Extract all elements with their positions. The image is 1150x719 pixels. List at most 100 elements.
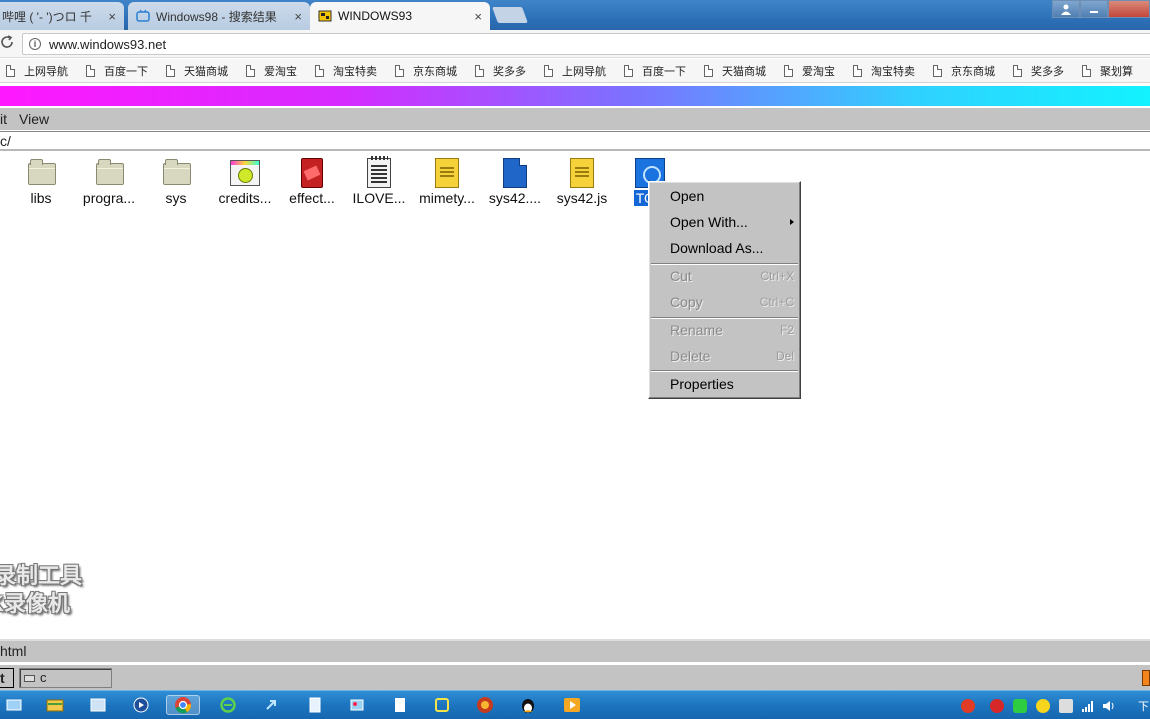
usb-icon[interactable] bbox=[1059, 699, 1073, 713]
sogou-input-icon[interactable] bbox=[961, 699, 975, 713]
reload-icon[interactable] bbox=[0, 35, 14, 53]
context-properties[interactable]: Properties bbox=[649, 373, 800, 395]
bookmark-item[interactable]: 百度一下 bbox=[86, 63, 148, 79]
page-icon bbox=[246, 64, 255, 77]
tab-windows98-search[interactable]: Windows98 - 搜索结果 × bbox=[128, 2, 310, 30]
media-player-icon[interactable] bbox=[130, 695, 152, 715]
chrome-taskbar-icon[interactable] bbox=[166, 695, 200, 715]
start-button[interactable]: t bbox=[0, 668, 14, 688]
bookmark-item[interactable]: 天猫商城 bbox=[704, 63, 766, 79]
context-copy: Copy Ctrl+C bbox=[649, 291, 800, 313]
bookmark-label: 爱淘宝 bbox=[264, 65, 297, 78]
bookmark-item[interactable]: 爱淘宝 bbox=[784, 63, 835, 79]
bookmark-item[interactable]: 奖多多 bbox=[475, 63, 526, 79]
bookmark-item[interactable]: 聚划算 bbox=[1082, 63, 1133, 79]
network-signal-icon[interactable] bbox=[1081, 699, 1095, 713]
yellow-app-icon[interactable] bbox=[431, 695, 453, 715]
blue-file-icon bbox=[499, 157, 531, 189]
page-icon bbox=[544, 64, 553, 77]
file-item-ilove[interactable]: ILOVE... bbox=[341, 156, 417, 206]
clock-text[interactable]: 下 bbox=[1138, 698, 1149, 714]
bookmark-label: 奖多多 bbox=[1031, 65, 1064, 78]
new-tab-button[interactable] bbox=[492, 7, 528, 23]
volume-icon[interactable] bbox=[1102, 699, 1116, 713]
bookmarks-bar: 上网导航 百度一下 天猫商城 爱淘宝 淘宝特卖 京东商城 奖多多 上网导航 百度一下 天猫商城 爱淘… bbox=[0, 59, 1150, 83]
file-item-credits[interactable]: credits... bbox=[207, 157, 283, 206]
address-bar[interactable]: i www.windows93.net bbox=[22, 33, 1150, 55]
bookmark-label: 爱淘宝 bbox=[802, 65, 835, 78]
tab-title: 哔哩 ( '- ')つロ 千 bbox=[2, 9, 92, 24]
bookmark-label: 淘宝特卖 bbox=[333, 65, 377, 78]
context-open[interactable]: Open bbox=[649, 185, 800, 207]
bookmark-item[interactable]: 京东商城 bbox=[395, 63, 457, 79]
page-icon bbox=[166, 64, 175, 77]
page-icon bbox=[1013, 64, 1022, 77]
file-item-sys42-blue[interactable]: sys42.... bbox=[477, 157, 553, 206]
taskbar-window-c[interactable]: c bbox=[19, 668, 112, 688]
tv-favicon-icon bbox=[136, 9, 150, 22]
file-area[interactable]: libs progra... sys credits... effect... … bbox=[0, 153, 1150, 639]
bookmark-item[interactable]: 淘宝特卖 bbox=[315, 63, 377, 79]
bookmark-item[interactable]: 天猫商城 bbox=[166, 63, 228, 79]
js-file-icon bbox=[566, 157, 598, 189]
shortcut-label: Ctrl+C bbox=[759, 295, 794, 309]
menu-edit[interactable]: it bbox=[0, 111, 7, 127]
tab-close-icon[interactable]: × bbox=[294, 9, 302, 24]
context-open-with-label: Open With... bbox=[670, 214, 748, 230]
bookmark-label: 百度一下 bbox=[104, 65, 148, 78]
info-icon[interactable]: i bbox=[29, 38, 41, 50]
menu-view[interactable]: View bbox=[19, 111, 49, 127]
context-copy-label: Copy bbox=[670, 294, 703, 310]
close-window-icon[interactable] bbox=[1108, 0, 1150, 18]
bookmark-item[interactable]: 奖多多 bbox=[1013, 63, 1064, 79]
video-player-icon[interactable] bbox=[561, 695, 583, 715]
page-icon bbox=[624, 64, 633, 77]
user-icon[interactable] bbox=[1052, 0, 1080, 18]
window-title-bar[interactable] bbox=[0, 86, 1150, 106]
ie-browser-icon[interactable] bbox=[217, 695, 239, 715]
file-item-libs[interactable]: libs bbox=[3, 157, 79, 206]
app-taskbar-icon[interactable] bbox=[87, 695, 109, 715]
context-rename-label: Rename bbox=[670, 322, 723, 338]
show-desktop-icon[interactable] bbox=[3, 695, 25, 715]
notepad-icon[interactable] bbox=[304, 695, 326, 715]
file-item-sys[interactable]: sys bbox=[138, 157, 214, 206]
file-item-programs[interactable]: progra... bbox=[71, 157, 147, 206]
context-open-with[interactable]: Open With... bbox=[649, 211, 800, 233]
qq-penguin-icon[interactable] bbox=[517, 695, 539, 715]
explorer-taskbar-icon[interactable] bbox=[44, 695, 66, 715]
arrow-app-icon[interactable] bbox=[260, 695, 282, 715]
tab-close-icon[interactable]: × bbox=[108, 9, 116, 24]
bookmark-item[interactable]: 爱淘宝 bbox=[246, 63, 297, 79]
tab-close-icon[interactable]: × bbox=[474, 9, 482, 24]
minimize-icon[interactable] bbox=[1080, 0, 1108, 18]
watermark-line2: K录像机 bbox=[0, 591, 70, 616]
file-item-mimetypes[interactable]: mimety... bbox=[409, 157, 485, 206]
tab-windows93[interactable]: WINDOWS93 × bbox=[310, 2, 490, 30]
bookmark-item[interactable]: 淘宝特卖 bbox=[853, 63, 915, 79]
file-item-effect[interactable]: effect... bbox=[274, 157, 350, 206]
url-text: www.windows93.net bbox=[49, 36, 167, 52]
bookmark-item[interactable]: 京东商城 bbox=[933, 63, 995, 79]
windows-taskbar: 下 bbox=[0, 690, 1150, 719]
context-download-as[interactable]: Download As... bbox=[649, 237, 800, 259]
shield-icon[interactable] bbox=[1013, 699, 1027, 713]
tab-bilibili[interactable]: 哔哩 ( '- ')つロ 千 × bbox=[0, 2, 124, 30]
browser-toolbar: i www.windows93.net bbox=[0, 30, 1150, 58]
bird-app-icon[interactable] bbox=[474, 695, 496, 715]
security-tray-icon[interactable] bbox=[990, 699, 1004, 713]
bookmark-item[interactable]: 百度一下 bbox=[624, 63, 686, 79]
windows93-favicon-icon bbox=[318, 10, 332, 22]
page-icon bbox=[6, 64, 15, 77]
tray-corner-icon[interactable] bbox=[1142, 670, 1150, 686]
context-cut: Cut Ctrl+X bbox=[649, 265, 800, 287]
tab-title: WINDOWS93 bbox=[338, 9, 413, 23]
document-icon[interactable] bbox=[389, 695, 411, 715]
paint-icon[interactable] bbox=[346, 695, 368, 715]
path-bar[interactable]: c/ bbox=[0, 131, 1150, 151]
bookmark-item[interactable]: 上网导航 bbox=[544, 63, 606, 79]
file-item-sys42-js[interactable]: sys42.js bbox=[544, 157, 620, 206]
plus-tray-icon[interactable] bbox=[1036, 699, 1050, 713]
bookmark-item[interactable]: 上网导航 bbox=[6, 63, 68, 79]
context-delete: Delete Del bbox=[649, 345, 800, 367]
